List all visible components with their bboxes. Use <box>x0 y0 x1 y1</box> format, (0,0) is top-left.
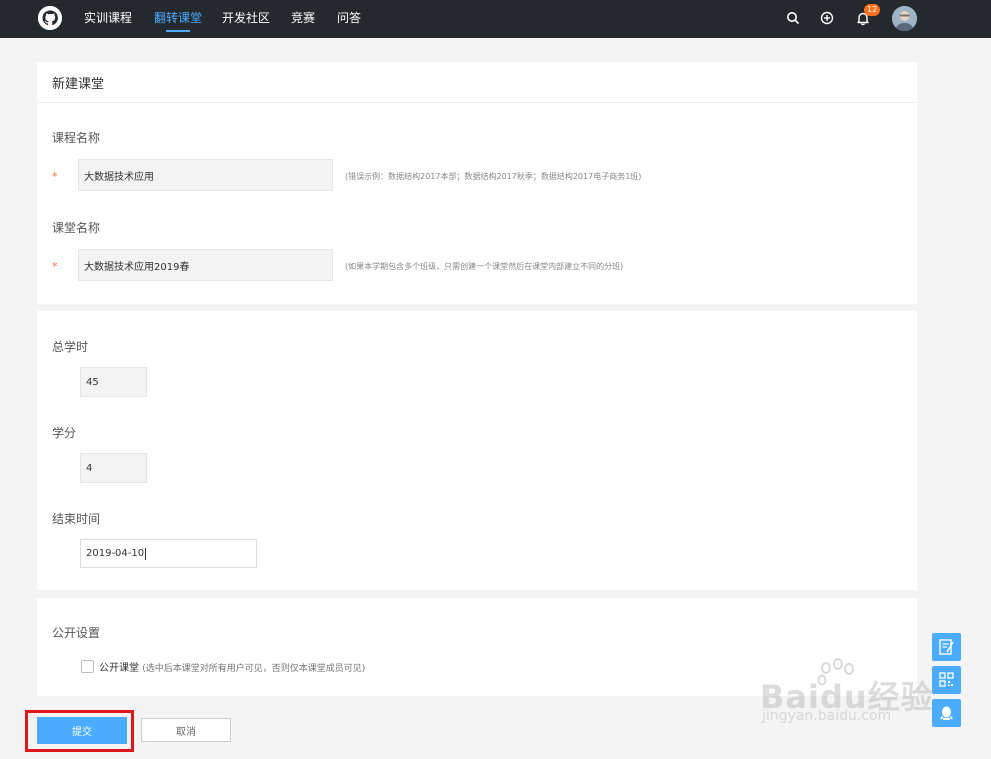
public-settings-label: 公开设置 <box>52 626 101 640</box>
qrcode-icon[interactable] <box>932 666 961 694</box>
credit-input[interactable]: 4 <box>80 453 147 483</box>
total-hours-input[interactable]: 45 <box>80 367 147 397</box>
end-time-label: 结束时间 <box>52 512 101 526</box>
public-class-label-text: 公开课堂 <box>99 663 139 674</box>
total-hours-value: 45 <box>86 376 99 388</box>
class-name-input[interactable]: 大数据技术应用2019春 <box>78 249 333 281</box>
text-cursor <box>145 547 147 560</box>
course-name-value: 大数据技术应用 <box>84 171 154 183</box>
required-mark: * <box>52 260 58 273</box>
top-navbar: 实训课程 翻转课堂 开发社区 竞赛 问答 12 <box>0 0 991 38</box>
public-class-checkbox-label[interactable]: 公开课堂 (选中后本课堂对所有用户可见，否则仅本课堂成员可见) <box>99 659 365 674</box>
basic-info-card: 新建课堂 课程名称 * 大数据技术应用 (错误示例：数据结构2017本部；数据结… <box>37 62 917 304</box>
feedback-edit-icon[interactable] <box>932 633 961 661</box>
class-name-label: 课堂名称 <box>52 221 101 235</box>
nav-item-competition[interactable]: 竞赛 <box>291 0 315 38</box>
course-name-label: 课程名称 <box>52 131 101 145</box>
nav-item-dev-community[interactable]: 开发社区 <box>222 0 270 38</box>
nav-item-training-courses[interactable]: 实训课程 <box>84 0 132 38</box>
schedule-card: 总学时 45 学分 4 结束时间 2019-04-10 <box>37 311 917 590</box>
credit-label: 学分 <box>52 426 77 440</box>
public-class-desc: (选中后本课堂对所有用户可见，否则仅本课堂成员可见) <box>142 664 366 674</box>
end-time-input[interactable]: 2019-04-10 <box>80 539 257 568</box>
class-name-hint: (如果本学期包含多个班级，只需创建一个课堂然后在课堂内部建立不同的分班) <box>345 262 624 271</box>
page-title: 新建课堂 <box>52 77 105 92</box>
course-name-hint: (错误示例：数据结构2017本部；数据结构2017秋季；数据结构2017电子商务… <box>345 172 642 181</box>
nav-item-flipped-classroom[interactable]: 翻转课堂 <box>154 0 202 38</box>
qq-icon[interactable] <box>932 699 961 727</box>
public-settings-card: 公开设置 公开课堂 (选中后本课堂对所有用户可见，否则仅本课堂成员可见) <box>37 598 917 696</box>
public-class-checkbox[interactable] <box>81 660 94 673</box>
notification-badge: 12 <box>864 4 881 16</box>
cancel-button[interactable]: 取消 <box>141 718 231 742</box>
user-avatar[interactable] <box>892 6 917 31</box>
watermark-line2: jingyan.baidu.com <box>762 708 892 724</box>
submit-button[interactable]: 提交 <box>37 717 127 744</box>
class-name-value: 大数据技术应用2019春 <box>84 261 190 273</box>
github-logo-icon[interactable] <box>38 6 62 30</box>
add-circle-icon[interactable] <box>818 9 836 27</box>
total-hours-label: 总学时 <box>52 340 89 354</box>
divider <box>37 102 917 103</box>
required-mark: * <box>52 170 58 183</box>
end-time-value: 2019-04-10 <box>86 548 145 559</box>
credit-value: 4 <box>86 462 93 474</box>
search-icon[interactable] <box>784 9 802 27</box>
nav-item-qa[interactable]: 问答 <box>337 0 361 38</box>
course-name-input[interactable]: 大数据技术应用 <box>78 159 333 191</box>
